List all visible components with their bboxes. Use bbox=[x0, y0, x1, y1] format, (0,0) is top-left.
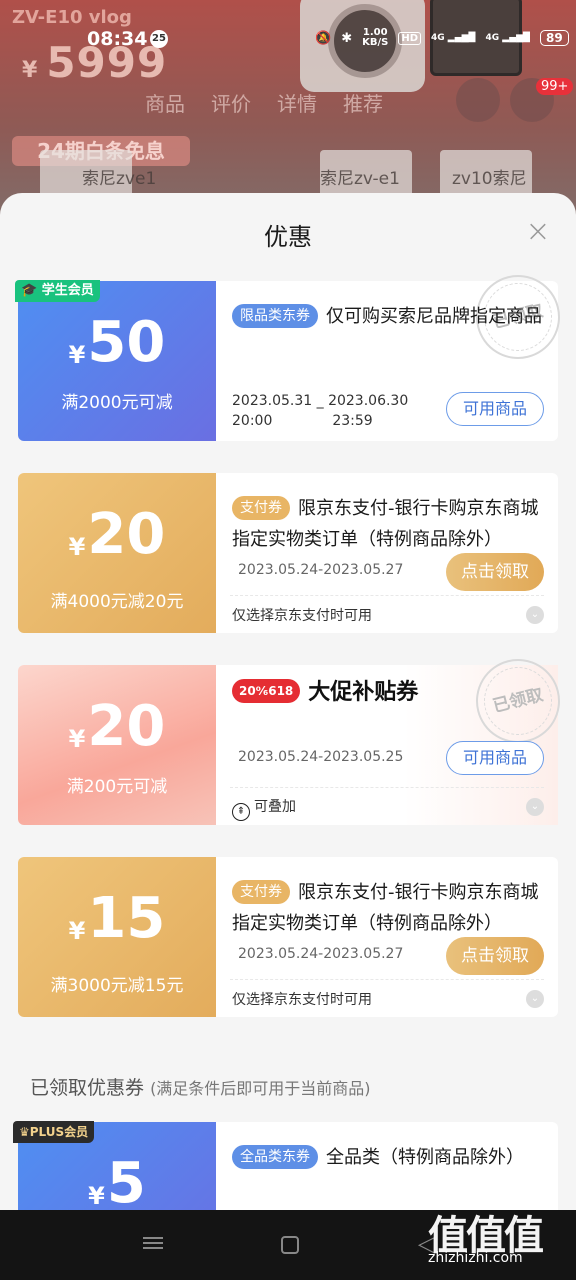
618-promo-logo: 20⁰⁄₆618 bbox=[232, 679, 301, 703]
coupon-card: 🎓 学生会员 ¥50 满2000元可减 已领取 限品类东券 仅可购买索尼品牌指定商… bbox=[14, 266, 569, 441]
signal-icon-2: 4G ▂▄▆█ bbox=[485, 33, 530, 43]
coupon-amount: ¥5 bbox=[88, 1151, 146, 1211]
tab-recommend: 推荐 bbox=[343, 92, 383, 116]
signal-icon-1: 4G ▂▄▆█ bbox=[431, 33, 476, 43]
claim-coupon-button[interactable]: 点击领取 bbox=[446, 553, 544, 591]
coupon-card: ¥20 满4000元减20元 支付券 限京东支付-银行卡购京东商城指定实物类订单（… bbox=[14, 473, 558, 633]
chevron-down-icon[interactable]: ⌄ bbox=[526, 606, 544, 624]
coupon-validity: 2023.05.31 _ 2023.06.30 20:00 23:59 bbox=[232, 393, 409, 429]
bg-thumb-label: 索尼zve1 bbox=[82, 169, 157, 189]
coupon-desc: 全品类东券 全品类（特例商品除外） bbox=[232, 1142, 544, 1173]
coupon-amount: ¥50 bbox=[68, 310, 166, 375]
coupon-card: ¥20 满200元可减 已领取 20⁰⁄₆618 大促补贴券 2023.05.24… bbox=[14, 650, 569, 825]
coupon-validity: 2023.05.24-2023.05.27 bbox=[238, 946, 404, 962]
coupon-desc: 支付券 限京东支付-银行卡购京东商城指定实物类订单（特例商品除外） bbox=[232, 880, 539, 934]
coupon-info: 全品类东券 全品类（特例商品除外） bbox=[216, 1122, 558, 1210]
divider bbox=[230, 787, 544, 788]
coupon-type-tag: 支付券 bbox=[232, 496, 290, 520]
coupon-value-panel: 🎓 学生会员 ¥50 满2000元可减 bbox=[14, 280, 216, 441]
coupon-sheet: 优惠 × 🎓 学生会员 ¥50 满2000元可减 已领取 限品类东券 仅可购买索尼… bbox=[0, 193, 576, 1210]
chevron-down-icon[interactable]: ⌄ bbox=[526, 798, 544, 816]
student-member-tag: 🎓 学生会员 bbox=[15, 280, 100, 302]
divider bbox=[230, 595, 544, 596]
bg-thumb-label: 索尼zv-e1 bbox=[320, 169, 400, 189]
coupon-info: 已领取 20⁰⁄₆618 大促补贴券 2023.05.24-2023.05.25 … bbox=[216, 650, 569, 825]
home-icon[interactable] bbox=[281, 1236, 299, 1254]
close-icon[interactable]: × bbox=[524, 217, 552, 247]
coupon-info: 已领取 限品类东券 仅可购买索尼品牌指定商品 2023.05.31 _ 2023.… bbox=[216, 266, 569, 441]
coupon-type-tag: 限品类东券 bbox=[232, 304, 318, 328]
notification-count: 25 bbox=[150, 30, 168, 48]
coupon-amount: ¥20 bbox=[68, 694, 166, 759]
mute-icon: 🔕 bbox=[315, 30, 332, 46]
product-tabs: 商品 评价 详情 推荐 bbox=[145, 88, 445, 117]
coupon-condition: 满200元可减 bbox=[66, 777, 168, 797]
chevron-down-icon[interactable]: ⌄ bbox=[526, 990, 544, 1008]
watermark-url: zhizhizhi.com bbox=[428, 1250, 523, 1266]
share-icon bbox=[456, 78, 500, 122]
available-products-button[interactable]: 可用商品 bbox=[446, 392, 544, 426]
clock: 08:34 bbox=[87, 28, 148, 50]
bluetooth-icon: ✱ bbox=[341, 30, 353, 46]
claimed-section-title: 已领取优惠券 (满足条件后即可用于当前商品) bbox=[30, 1077, 371, 1099]
sheet-title: 优惠 bbox=[264, 223, 312, 251]
coupon-value-panel: ¥20 满4000元减20元 bbox=[14, 473, 216, 633]
stack-icon: ⇞ bbox=[232, 803, 250, 821]
battery-icon: 89 bbox=[539, 30, 569, 46]
coupon-note: 仅选择京东支付时可用 bbox=[232, 992, 372, 1008]
coupon-value-panel: ¥15 满3000元减15元 bbox=[14, 857, 216, 1017]
net-speed: 1.00 KB/S bbox=[362, 27, 389, 48]
graduation-cap-icon: 🎓 bbox=[21, 283, 38, 298]
coupon-condition: 满3000元减15元 bbox=[50, 976, 184, 996]
tab-product: 商品 bbox=[145, 92, 185, 116]
status-bar: 08:34 25 🔕 ✱ 1.00 KB/S HD 4G ▂▄▆█ 4G ▂▄▆█… bbox=[0, 0, 576, 76]
promo-title-row: 20⁰⁄₆618 大促补贴券 bbox=[232, 677, 544, 709]
coupon-type-tag: 全品类东券 bbox=[232, 1145, 318, 1169]
coupon-info: 支付券 限京东支付-银行卡购京东商城指定实物类订单（特例商品除外） 2023.05… bbox=[216, 857, 558, 1017]
claim-coupon-button[interactable]: 点击领取 bbox=[446, 937, 544, 975]
coupon-validity: 2023.05.24-2023.05.25 bbox=[238, 749, 404, 765]
tab-details: 详情 bbox=[277, 92, 317, 116]
coupon-value-panel: ¥20 满200元可减 bbox=[14, 665, 216, 825]
coupon-note: ⇞ 可叠加 bbox=[232, 796, 296, 821]
plus-member-tag: ♛PLUS会员 bbox=[13, 1121, 95, 1143]
available-products-button[interactable]: 可用商品 bbox=[446, 741, 544, 775]
coupon-value-panel: ♛PLUS会员 ¥5 bbox=[13, 1121, 216, 1211]
coupon-condition: 满4000元减20元 bbox=[50, 592, 184, 612]
status-icons: 🔕 ✱ 1.00 KB/S HD 4G ▂▄▆█ 4G ▂▄▆█ 89 bbox=[315, 28, 569, 48]
coupon-card: ♛PLUS会员 ¥5 全品类东券 全品类（特例商品除外） bbox=[13, 1121, 558, 1211]
coupon-amount: ¥15 bbox=[68, 886, 166, 951]
coupon-desc: 限品类东券 仅可购买索尼品牌指定商品 bbox=[232, 301, 544, 332]
coupon-amount: ¥20 bbox=[68, 502, 166, 567]
coupon-condition: 满2000元可减 bbox=[61, 393, 173, 413]
coupon-type-tag: 支付券 bbox=[232, 880, 290, 904]
coupon-validity: 2023.05.24-2023.05.27 bbox=[238, 562, 404, 578]
coupon-info: 支付券 限京东支付-银行卡购京东商城指定实物类订单（特例商品除外） 2023.05… bbox=[216, 473, 558, 633]
coupon-desc: 支付券 限京东支付-银行卡购京东商城指定实物类订单（特例商品除外） bbox=[232, 496, 539, 550]
hd-icon: HD bbox=[398, 31, 421, 45]
coupon-note: 仅选择京东支付时可用 bbox=[232, 608, 372, 624]
bg-thumb-label: zv10索尼 bbox=[452, 169, 527, 189]
crown-icon: ♛ bbox=[19, 1125, 30, 1139]
menu-icon[interactable] bbox=[143, 1234, 163, 1254]
cart-badge: 99+ bbox=[536, 78, 574, 95]
divider bbox=[230, 979, 544, 980]
coupon-card: ¥15 满3000元减15元 支付券 限京东支付-银行卡购京东商城指定实物类订单（… bbox=[14, 857, 558, 1017]
tab-reviews: 评价 bbox=[211, 92, 251, 116]
